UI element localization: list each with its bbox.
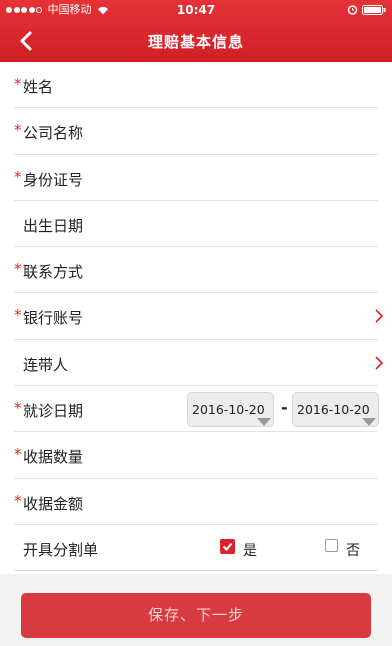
status-time: 10:47 — [176, 3, 216, 17]
field-label: 身份证号 — [23, 170, 84, 189]
field-label: 就诊日期 — [23, 402, 84, 421]
required-marker: * — [14, 260, 22, 279]
status-bar: 中国移动 10:47 — [0, 0, 392, 20]
field-label: 银行账号 — [23, 309, 84, 328]
chevron-right-icon[interactable] — [374, 308, 384, 324]
required-marker: * — [14, 399, 22, 418]
chevron-right-icon[interactable] — [374, 355, 384, 371]
split-no-label: 否 — [346, 542, 360, 559]
field-label: 连带人 — [23, 355, 69, 374]
field-label: 收据金额 — [23, 494, 84, 513]
required-marker: * — [14, 75, 22, 93]
page-title: 理赔基本信息 — [147, 33, 244, 51]
battery-icon — [362, 5, 386, 15]
app-header: 中国移动 10:47 理赔基本信息 — [0, 0, 392, 62]
required-marker: * — [14, 306, 22, 325]
field-row-joint-person[interactable]: 连带人 — [14, 340, 384, 387]
split-yes-label: 是 — [243, 542, 257, 559]
field-label: 联系方式 — [23, 263, 84, 282]
field-row-split-bill: 开具分割单 是 否 — [14, 525, 378, 572]
field-row-contact[interactable]: * 联系方式 — [14, 247, 378, 294]
required-marker: * — [14, 445, 22, 464]
start-date-value: 2016-10-20 — [192, 402, 265, 418]
end-date-select[interactable]: 2016-10-20 — [292, 392, 379, 428]
split-yes-checkbox[interactable] — [220, 538, 235, 554]
field-label: 公司名称 — [23, 124, 84, 143]
footer-bar: 保存、下一步 — [0, 574, 392, 646]
required-marker: * — [14, 121, 22, 140]
field-row-company[interactable]: * 公司名称 — [14, 108, 378, 155]
start-date-select[interactable]: 2016-10-20 — [187, 392, 274, 428]
required-marker: * — [14, 167, 22, 186]
required-marker: * — [14, 491, 22, 510]
field-row-id-number[interactable]: * 身份证号 — [14, 155, 378, 201]
field-label: 出生日期 — [23, 216, 84, 235]
field-row-visit-date: * 就诊日期 2016-10-20 - 2016-10-20 — [14, 386, 379, 433]
field-label: 开具分割单 — [23, 540, 99, 559]
split-no-checkbox[interactable] — [325, 538, 338, 552]
end-date-value: 2016-10-20 — [297, 402, 370, 418]
field-row-birth-date[interactable]: 出生日期 — [14, 201, 378, 248]
field-row-receipt-count[interactable]: * 收据数量 — [14, 432, 378, 479]
dropdown-arrow-icon — [257, 405, 271, 427]
field-row-bank-account[interactable]: * 银行账号 — [14, 293, 384, 340]
navigation-bar: 理赔基本信息 — [0, 20, 392, 62]
field-row-receipt-amount[interactable]: * 收据金额 — [14, 479, 378, 525]
field-row-name[interactable]: * 姓名 — [14, 62, 378, 109]
save-next-button[interactable]: 保存、下一步 — [21, 593, 371, 638]
date-range-separator: - — [281, 398, 288, 418]
field-label: 姓名 — [23, 78, 54, 96]
claim-form: * 姓名 * 公司名称 * 身份证号 出生日期 * 联系方式 * 银行账号 连带… — [0, 62, 392, 572]
dropdown-arrow-icon — [362, 405, 376, 427]
field-label: 收据数量 — [23, 448, 84, 467]
alarm-clock-icon — [347, 4, 358, 15]
